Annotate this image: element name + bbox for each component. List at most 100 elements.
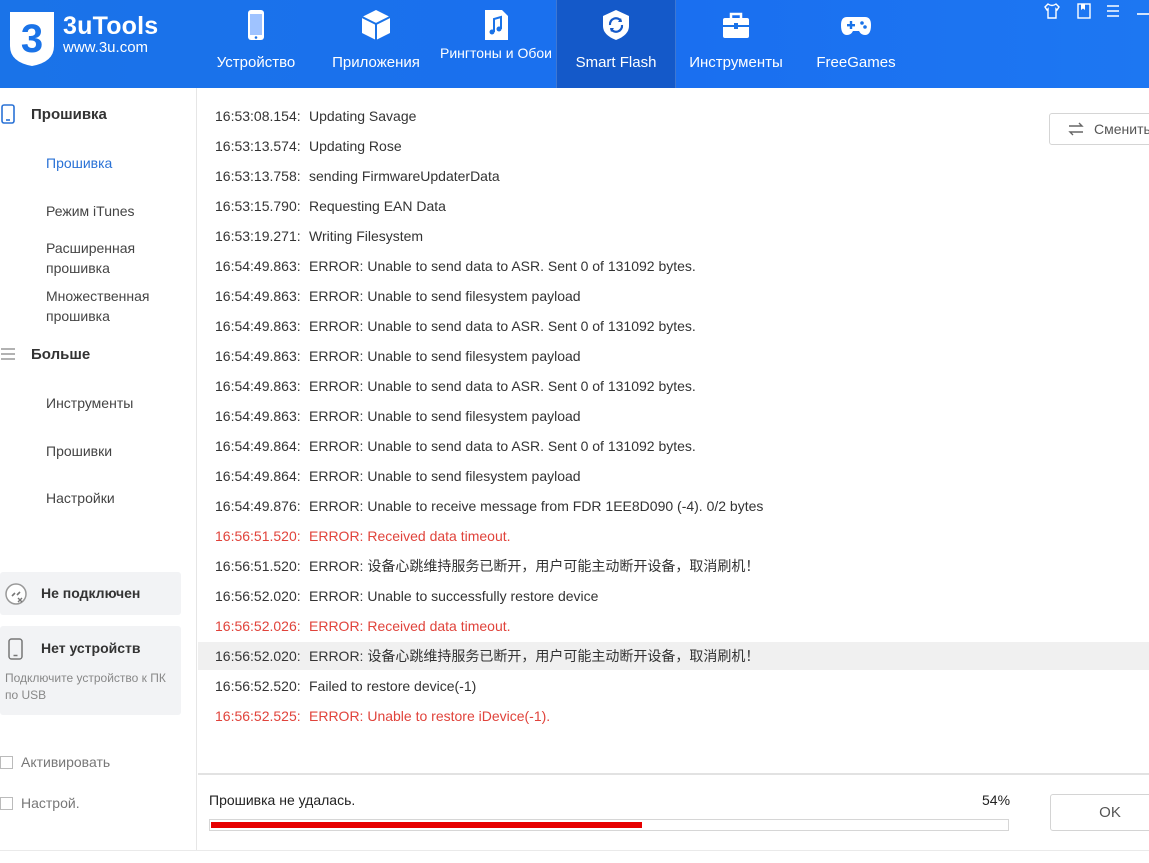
log-message: sending FirmwareUpdaterData — [309, 168, 500, 184]
music-file-icon — [485, 10, 508, 40]
checkbox-box[interactable] — [0, 755, 13, 769]
log-timestamp: 16:54:49.863: — [215, 258, 301, 274]
nav-label: Smart Flash — [575, 54, 657, 71]
log-timestamp: 16:56:52.020: — [215, 648, 301, 664]
skin-icon[interactable] — [1043, 2, 1061, 20]
device-status-hint: Подключите устройство к ПК по USB — [5, 671, 166, 702]
sidebar-item-flash[interactable]: Прошивка — [46, 153, 186, 173]
nav-smart-flash[interactable]: Smart Flash — [556, 0, 676, 88]
checkbox-box[interactable] — [0, 796, 13, 810]
log-timestamp: 16:54:49.876: — [215, 498, 301, 514]
nav-tools[interactable]: Инструменты — [676, 0, 796, 88]
3utools-logo: 3 — [10, 12, 54, 66]
log-timestamp: 16:54:49.863: — [215, 408, 301, 424]
sidebar-section-flash[interactable]: Прошивка — [0, 99, 107, 129]
log-row: 16:56:51.520: ERROR: Received data timeou… — [198, 522, 1149, 550]
log-message: ERROR: Received data timeout. — [309, 528, 511, 544]
log-row: 16:53:13.758: sending FirmwareUpdaterData — [198, 162, 1149, 190]
footer — [0, 850, 1149, 863]
log-row: 16:54:49.863: ERROR: Unable to send data … — [198, 252, 1149, 280]
log-row: 16:54:49.863: ERROR: Unable to send files… — [198, 402, 1149, 430]
checkbox-label: Активировать — [21, 754, 111, 770]
sidebar-item-batch-flash[interactable]: Множественная прошивка — [46, 286, 186, 326]
log-message: ERROR: Unable to restore iDevice(-1). — [309, 708, 551, 724]
list-icon — [1, 348, 15, 360]
log-message: Writing Filesystem — [309, 228, 424, 244]
minimize-icon[interactable] — [1135, 2, 1149, 20]
sidebar-section-more[interactable]: Больше — [0, 339, 90, 369]
cube-icon — [361, 10, 391, 40]
svg-text:3: 3 — [21, 17, 43, 61]
device-status-card: Нет устройств Подключите устройство к ПК… — [0, 626, 181, 715]
checkbox-label: Настрой. — [21, 795, 80, 811]
log-row: 16:54:49.863: ERROR: Unable to send data … — [198, 312, 1149, 340]
log-message: ERROR: Unable to send filesystem payload — [309, 288, 581, 304]
nav-device[interactable]: Устройство — [196, 0, 316, 88]
switch-button[interactable]: Сменить — [1049, 113, 1149, 145]
disconnected-icon — [5, 583, 27, 605]
log-message: ERROR: Unable to successfully restore de… — [309, 588, 599, 604]
log-timestamp: 16:54:49.864: — [215, 468, 301, 484]
log-row: 16:56:52.026: ERROR: Received data timeou… — [198, 612, 1149, 640]
nav-ringtones[interactable]: Рингтоны и Обои — [436, 0, 556, 88]
gamepad-icon — [841, 17, 871, 35]
log-row: 16:54:49.876: ERROR: Unable to receive me… — [198, 492, 1149, 520]
sidebar-item-settings[interactable]: Настройки — [46, 488, 186, 508]
connection-status-card: Не подключен — [0, 572, 181, 615]
log-message: Updating Savage — [309, 108, 417, 124]
log-message: ERROR: 设备心跳维持服务已断开，用户可能主动断开设备，取消刷机！ — [309, 558, 760, 574]
log-row: 16:54:49.864: ERROR: Unable to send files… — [198, 462, 1149, 490]
sidebar-section-title: Прошивка — [31, 105, 107, 123]
phone-icon — [248, 10, 264, 40]
log-message: ERROR: Unable to send data to ASR. Sent … — [309, 378, 696, 394]
log-row: 16:54:49.863: ERROR: Unable to send data … — [198, 372, 1149, 400]
log-timestamp: 16:53:13.574: — [215, 138, 301, 154]
log-message: Requesting EAN Data — [309, 198, 446, 214]
nav-label: FreeGames — [816, 54, 896, 71]
log-row: 16:53:19.271: Writing Filesystem — [198, 222, 1149, 250]
menu-icon[interactable] — [1104, 2, 1122, 20]
log-row: 16:53:15.790: Requesting EAN Data — [198, 192, 1149, 220]
setup-checkbox[interactable]: Настрой. — [0, 795, 80, 811]
device-status-title: Нет устройств — [41, 640, 141, 656]
log-message: ERROR: 设备心跳维持服务已断开，用户可能主动断开设备，取消刷机！ — [309, 648, 760, 664]
log-timestamp: 16:56:51.520: — [215, 528, 301, 544]
log-row: 16:54:49.864: ERROR: Unable to send data … — [198, 432, 1149, 460]
nav-label: Устройство — [216, 54, 296, 71]
log-timestamp: 16:54:49.863: — [215, 378, 301, 394]
log-message: ERROR: Unable to send filesystem payload — [309, 408, 581, 424]
nav-apps[interactable]: Приложения — [316, 0, 436, 88]
log-row: 16:56:51.520: ERROR: 设备心跳维持服务已断开，用户可能主动断开… — [198, 552, 1149, 580]
log-timestamp: 16:56:51.520: — [215, 558, 301, 574]
log-row: 16:56:52.020: ERROR: 设备心跳维持服务已断开，用户可能主动断开… — [198, 642, 1149, 670]
log-message: ERROR: Unable to receive message from FD… — [309, 498, 764, 514]
app-url: www.3u.com — [63, 39, 149, 56]
connection-status: Не подключен — [41, 585, 141, 601]
progress-bar-fill — [211, 822, 642, 828]
log-row: 16:56:52.525: ERROR: Unable to restore iD… — [198, 702, 1149, 730]
ok-button[interactable]: OK — [1050, 794, 1149, 831]
phone-outline-icon — [1, 104, 15, 124]
sidebar-item-advanced-flash[interactable]: Расширенная прошивка — [46, 238, 186, 278]
log-message: ERROR: Unable to send filesystem payload — [309, 468, 581, 484]
flash-status-text: Прошивка не удалась. — [209, 792, 356, 808]
nav-freegames[interactable]: FreeGames — [796, 0, 916, 88]
log-timestamp: 16:54:49.863: — [215, 318, 301, 334]
activate-checkbox[interactable]: Активировать — [0, 754, 110, 770]
log-timestamp: 16:54:49.864: — [215, 438, 301, 454]
log-timestamp: 16:54:49.863: — [215, 288, 301, 304]
log-message: ERROR: Received data timeout. — [309, 618, 511, 634]
toolbox-icon — [723, 12, 749, 38]
log-timestamp: 16:53:08.154: — [215, 108, 301, 124]
sidebar-item-itunes-mode[interactable]: Режим iTunes — [46, 201, 186, 221]
log-row: 16:54:49.863: ERROR: Unable to send files… — [198, 282, 1149, 310]
sidebar-section-title: Больше — [31, 345, 91, 363]
sidebar-item-tools[interactable]: Инструменты — [46, 393, 186, 413]
log-timestamp: 16:56:52.525: — [215, 708, 301, 724]
nav-label: Приложения — [332, 54, 420, 71]
log-message: ERROR: Unable to send data to ASR. Sent … — [309, 258, 696, 274]
flash-log: 16:53:08.154: Updating Savage 16:53:13.574… — [198, 88, 1149, 773]
feedback-icon[interactable] — [1075, 2, 1093, 20]
nav-label: Рингтоны и Обои — [440, 45, 552, 61]
sidebar-item-firmwares[interactable]: Прошивки — [46, 441, 186, 461]
